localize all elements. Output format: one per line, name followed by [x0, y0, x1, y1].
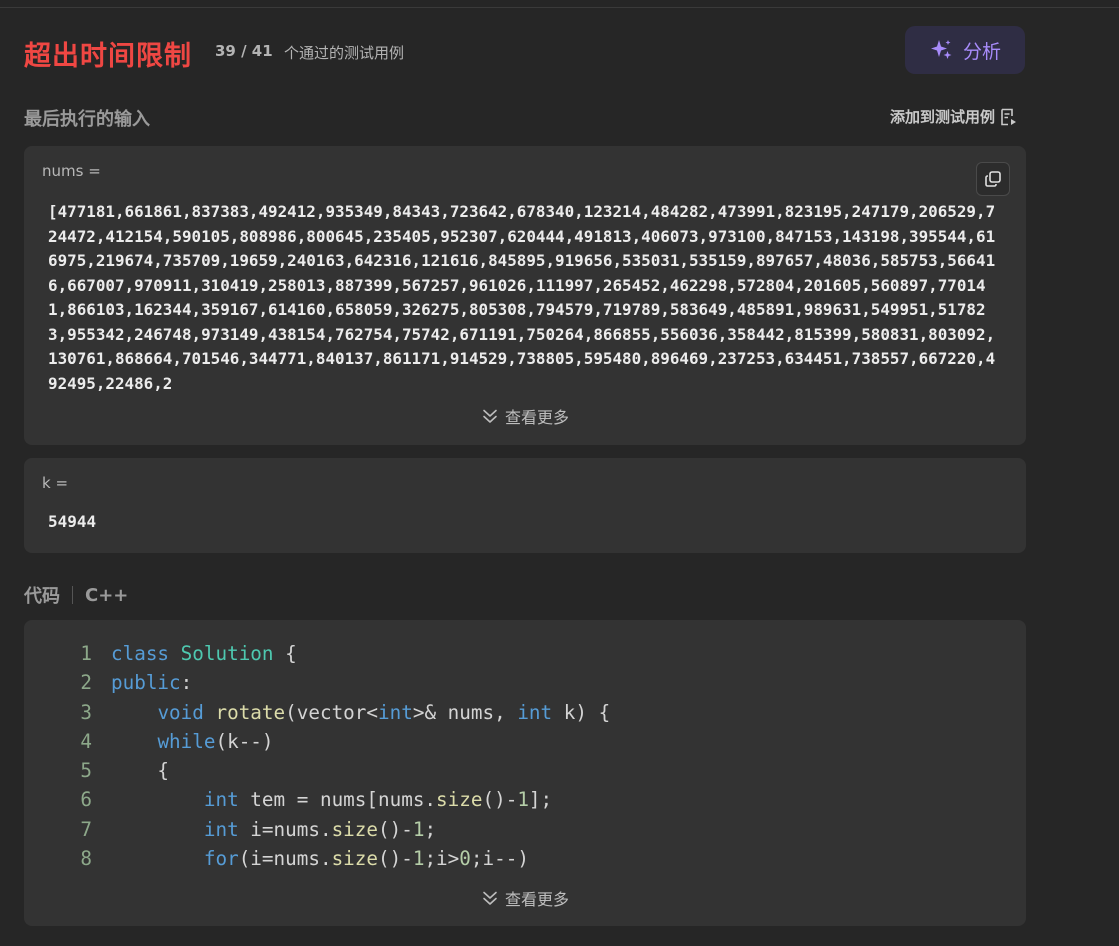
code-token: int [203, 788, 239, 812]
code-token: void [157, 700, 204, 724]
copy-icon [984, 170, 1002, 188]
result-status: 超出时间限制 [24, 41, 192, 72]
nums-label: nums = [42, 162, 101, 180]
code-token: >& nums, [412, 700, 518, 724]
code-line: 5 { [24, 756, 610, 785]
line-number: 8 [80, 847, 92, 871]
top-divider [0, 7, 1119, 8]
nums-input-card: nums = [477181,661861,837383,492412,9353… [24, 146, 1026, 445]
code-line: 7 int i=nums. size ()- 1; [24, 815, 610, 844]
code-token: tem = nums[nums. [238, 788, 437, 812]
code-token: 1 [412, 847, 425, 871]
last-input-title: 最后执行的输入 [24, 109, 150, 130]
code-token: Solution [180, 642, 274, 665]
code-token: int [517, 700, 553, 724]
code-token: rotate [215, 700, 286, 724]
code-title: 代码 [24, 586, 60, 607]
code-card: 1 class Solution { 2 public: 3 void rota… [24, 620, 1026, 926]
code-line: 2 public: [24, 668, 610, 697]
code-line: 8 for (i=nums. size ()- 1 ;i> 0 ;i--) [24, 844, 610, 873]
copy-button[interactable] [976, 162, 1010, 196]
code-token: k) { [552, 700, 611, 724]
code-token: ()- [378, 817, 413, 841]
see-more-input-label: 查看更多 [504, 408, 569, 427]
code-header: 代码 C++ [24, 582, 128, 608]
code-token: ()- [378, 847, 413, 871]
result-header: 超出时间限制 39 / 41 个通过的测试用例 分析 [24, 26, 1025, 74]
code-token: size [436, 788, 483, 812]
add-testcase-icon [998, 107, 1018, 127]
code-language: C++ [85, 584, 129, 606]
code-token: size [331, 847, 379, 871]
code-token: class [111, 642, 170, 665]
code-token: ()- [482, 788, 518, 812]
code-token: { [111, 759, 170, 783]
add-to-testcase-button[interactable]: 添加到测试用例 [890, 106, 1018, 127]
code-token: (k--) [215, 729, 274, 753]
code-token: while [157, 729, 216, 753]
line-number: 2 [80, 671, 92, 695]
code-line: 4 while (k--) [24, 727, 610, 756]
double-chevron-down-icon [481, 407, 499, 425]
code-token: for [203, 847, 239, 871]
passed-label: 个通过的测试用例 [284, 44, 405, 62]
see-more-input-button[interactable]: 查看更多 [24, 404, 1026, 428]
code-line: 1 class Solution { [24, 639, 610, 668]
code-token: int [203, 817, 239, 841]
k-label: k = [42, 474, 69, 492]
code-header-divider [72, 586, 73, 604]
code-token: 1 [517, 788, 529, 812]
code-token: public [111, 671, 181, 695]
analyze-label: 分析 [962, 40, 1001, 63]
code-token: 1 [412, 817, 425, 841]
line-number: 6 [80, 788, 92, 812]
code-line: 3 void rotate (vector< int >& nums, int k) … [24, 698, 610, 727]
code-token: : [180, 671, 193, 695]
line-number: 7 [80, 817, 92, 841]
line-number: 5 [80, 759, 92, 783]
line-number: 3 [80, 700, 92, 724]
code-block: 1 class Solution { 2 public: 3 void rota… [24, 639, 610, 873]
nums-value: [477181,661861,837383,492412,935349,8434… [48, 202, 996, 392]
code-token: i=nums. [238, 817, 332, 841]
code-token: ; [424, 817, 437, 841]
add-to-testcase-label: 添加到测试用例 [889, 108, 995, 126]
code-token: ;i> [424, 847, 460, 871]
passed-count: 39 / 41 [215, 42, 273, 60]
see-more-code-button[interactable]: 查看更多 [24, 886, 1026, 910]
code-token: (vector< [285, 700, 379, 724]
line-number: 4 [80, 729, 92, 753]
code-token: { [273, 642, 297, 665]
code-line: 6 int tem = nums[nums. size ()- 1]; [24, 785, 610, 814]
code-token: (i=nums. [238, 847, 332, 871]
code-token: ]; [528, 788, 553, 812]
code-token: 0 [459, 847, 471, 871]
analyze-button[interactable]: 分析 [905, 26, 1025, 74]
code-token: ;i--) [470, 847, 529, 871]
k-value: 54944 [48, 512, 97, 531]
code-token: size [331, 817, 379, 841]
sparkles-icon [929, 38, 953, 62]
see-more-code-label: 查看更多 [504, 890, 569, 909]
code-token: int [378, 700, 413, 724]
k-input-card: k = 54944 [24, 458, 1026, 553]
line-number: 1 [80, 642, 92, 665]
double-chevron-down-icon [481, 889, 499, 907]
